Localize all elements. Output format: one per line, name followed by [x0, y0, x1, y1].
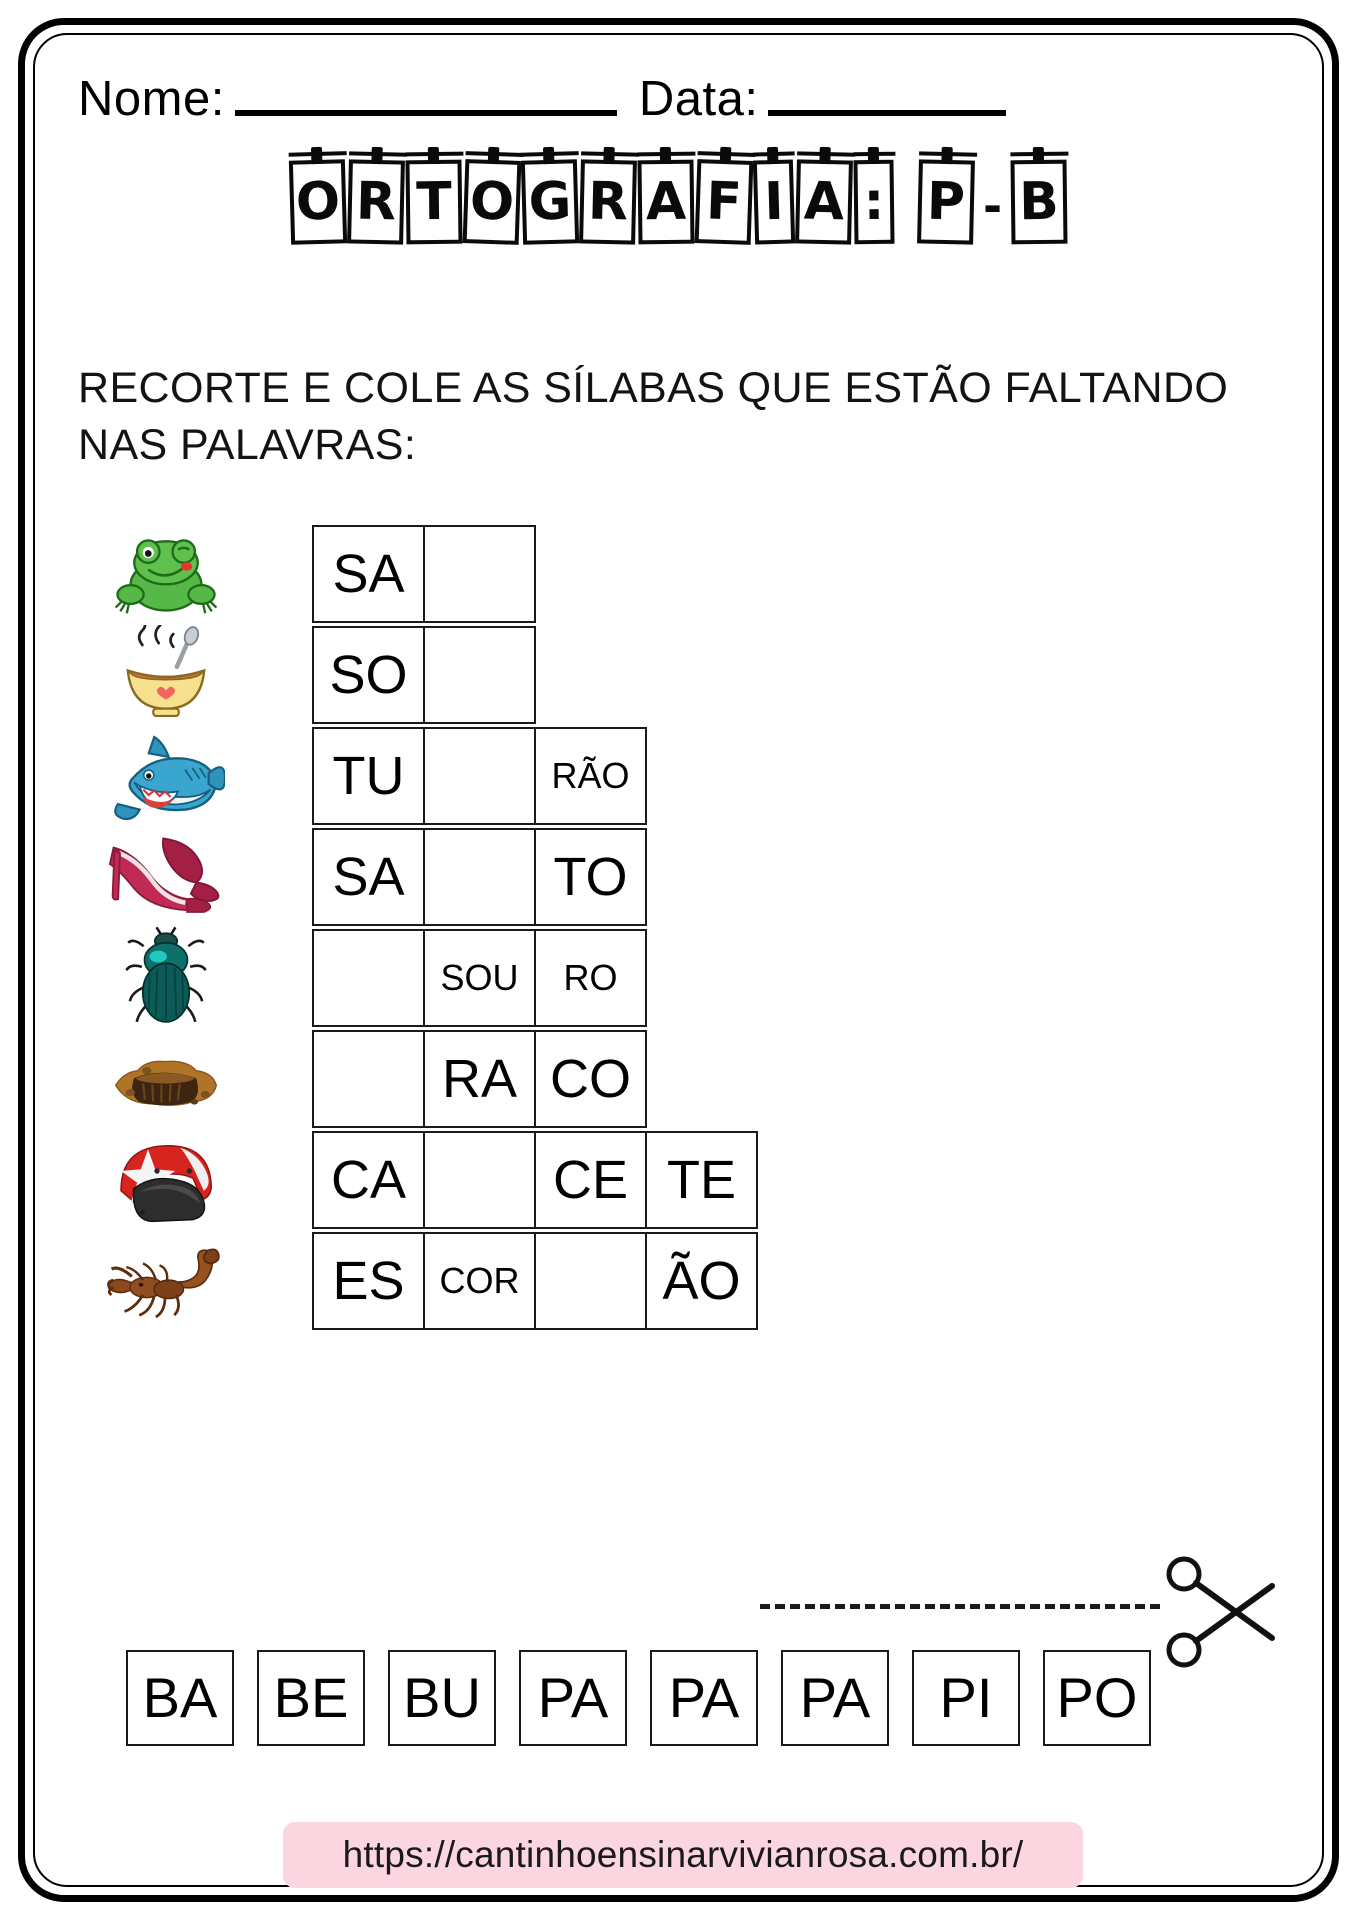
title-letter-card: R: [579, 159, 637, 245]
title-letter-card: T: [405, 159, 463, 245]
instruction-line-1: RECORTE E COLE AS SÍLABAS QUE ESTÃO FALT…: [78, 364, 1229, 412]
exercise-list: SA SO TU RÃO SA TO SOU RO RA CO CA CE TE…: [96, 525, 1276, 1333]
syllable-filled-box: RO: [534, 929, 647, 1027]
syllable-blank-box[interactable]: [423, 727, 536, 825]
exercise-row: TU RÃO: [96, 727, 1276, 825]
title-letter-card: G: [520, 159, 580, 245]
exercise-row: CA CE TE: [96, 1131, 1276, 1229]
syllable-box-group: SA TO: [312, 828, 647, 926]
syllable-filled-box: RA: [423, 1030, 536, 1128]
syllable-blank-box[interactable]: [423, 525, 536, 623]
cutout-syllable-tiles: BA BE BU PA PA PA PI PO: [126, 1650, 1236, 1746]
cut-dashed-line: [760, 1604, 1160, 1609]
frog-icon: [96, 525, 236, 623]
high-heel-icon: [96, 828, 236, 926]
syllable-filled-box: SO: [312, 626, 425, 724]
title-letter-card: O: [462, 159, 522, 245]
student-header: Nome: Data:: [78, 52, 1288, 124]
soup-bowl-icon: [96, 625, 236, 724]
cutout-tile[interactable]: BU: [388, 1650, 496, 1746]
exercise-row: SA: [96, 525, 1276, 623]
cutout-tile[interactable]: PI: [912, 1650, 1020, 1746]
cutout-tile[interactable]: BA: [126, 1650, 234, 1746]
title-letter-card: F: [694, 159, 754, 245]
syllable-box-group: TU RÃO: [312, 727, 647, 825]
syllable-blank-box[interactable]: [423, 1131, 536, 1229]
scorpion-icon: [96, 1232, 236, 1330]
nome-input-line[interactable]: [234, 110, 617, 116]
syllable-filled-box: TE: [645, 1131, 758, 1229]
exercise-row: SO: [96, 625, 1276, 724]
title-card-row: ORTOGRAFIA:P-B: [288, 150, 1068, 245]
syllable-filled-box: CO: [534, 1030, 647, 1128]
footer-url-text[interactable]: https://cantinhoensinarvivianrosa.com.br…: [343, 1834, 1024, 1876]
data-label: Data:: [638, 72, 759, 126]
syllable-filled-box: CE: [534, 1131, 647, 1229]
title-letter-card-p: P: [917, 159, 975, 245]
syllable-box-group: SO: [312, 626, 536, 724]
data-input-line[interactable]: [768, 110, 1007, 116]
title-letter-card: I: [752, 159, 796, 245]
syllable-filled-box: ÃO: [645, 1232, 758, 1330]
syllable-filled-box: TU: [312, 727, 425, 825]
cutout-tile[interactable]: PA: [650, 1650, 758, 1746]
beetle-icon: [96, 926, 236, 1027]
syllable-blank-box[interactable]: [534, 1232, 647, 1330]
syllable-blank-box[interactable]: [312, 1030, 425, 1128]
title-letter-card: O: [288, 159, 348, 245]
title-dash: -: [982, 179, 1003, 233]
title-letter-card: :: [853, 159, 895, 245]
cutout-tile[interactable]: PO: [1043, 1650, 1151, 1746]
footer-url-pill: https://cantinhoensinarvivianrosa.com.br…: [283, 1822, 1083, 1888]
syllable-box-group: SA: [312, 525, 536, 623]
exercise-row: SOU RO: [96, 926, 1276, 1027]
cutout-tile[interactable]: PA: [519, 1650, 627, 1746]
exercise-row: ES COR ÃO: [96, 1232, 1276, 1330]
title-letter-card: A: [637, 159, 695, 245]
syllable-filled-box: ES: [312, 1232, 425, 1330]
shark-icon: [96, 727, 236, 825]
syllable-filled-box: SOU: [423, 929, 536, 1027]
cutout-tile[interactable]: PA: [781, 1650, 889, 1746]
syllable-filled-box: CA: [312, 1131, 425, 1229]
syllable-filled-box: RÃO: [534, 727, 647, 825]
syllable-filled-box: TO: [534, 828, 647, 926]
nome-label: Nome:: [78, 72, 225, 126]
title-letter-card: A: [795, 159, 853, 245]
syllable-blank-box[interactable]: [423, 626, 536, 724]
syllable-filled-box: SA: [312, 828, 425, 926]
hole-icon: [96, 1030, 236, 1128]
syllable-blank-box[interactable]: [312, 929, 425, 1027]
exercise-row: SA TO: [96, 828, 1276, 926]
exercise-row: RA CO: [96, 1030, 1276, 1128]
syllable-box-group: SOU RO: [312, 929, 647, 1027]
syllable-box-group: RA CO: [312, 1030, 647, 1128]
worksheet-page: Nome: Data: ORTOGRAFIA:P-B RECORTE E COL…: [0, 0, 1357, 1920]
syllable-box-group: CA CE TE: [312, 1131, 758, 1229]
cutout-tile[interactable]: BE: [257, 1650, 365, 1746]
instruction-text: RECORTE E COLE AS SÍLABAS QUE ESTÃO FALT…: [78, 360, 1278, 474]
syllable-blank-box[interactable]: [423, 828, 536, 926]
helmet-icon: [96, 1131, 236, 1229]
syllable-filled-box: COR: [423, 1232, 536, 1330]
worksheet-title: ORTOGRAFIA:P-B: [0, 150, 1357, 260]
title-letter-card: R: [347, 159, 405, 245]
syllable-box-group: ES COR ÃO: [312, 1232, 758, 1330]
syllable-filled-box: SA: [312, 525, 425, 623]
title-letter-card-b: B: [1010, 159, 1068, 245]
instruction-line-2: NAS PALAVRAS:: [78, 421, 417, 470]
